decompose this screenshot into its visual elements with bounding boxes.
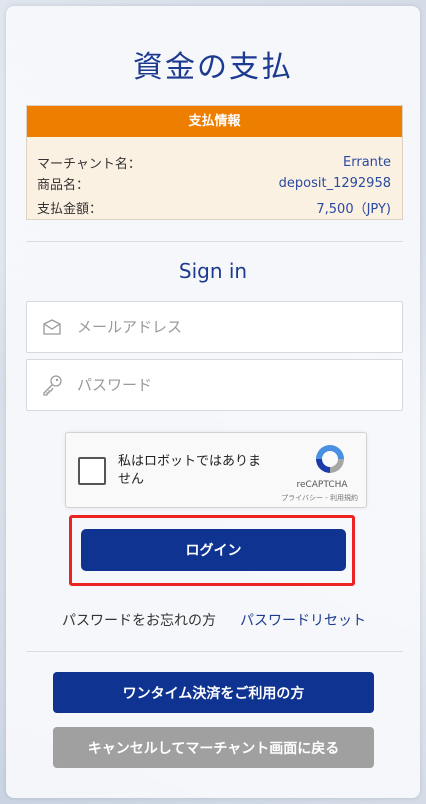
amount-value: 7,500（JPY) (316, 201, 391, 217)
onetime-payment-button[interactable]: ワンタイム決済をご利用の方 (53, 672, 374, 713)
payment-card: 資金の支払 支払情報 マーチャント名： Errante 商品名： deposit… (6, 6, 420, 798)
password-input[interactable] (77, 360, 402, 410)
recaptcha-icon (316, 445, 344, 473)
recaptcha-label: 私はロボットではありません (118, 454, 262, 487)
amount-row: 支払金額： 7,500（JPY) (37, 197, 391, 217)
recaptcha-terms[interactable]: プライバシー - 利用規約 (258, 493, 358, 503)
key-icon (27, 374, 77, 396)
email-field[interactable] (26, 301, 403, 353)
forgot-password-text: パスワードをお忘れの方 (62, 613, 216, 629)
merchant-row: マーチャント名： Errante (37, 152, 391, 172)
divider (26, 651, 403, 652)
payment-info-box: 支払情報 マーチャント名： Errante 商品名： deposit_12929… (26, 105, 403, 220)
payment-info-header: 支払情報 (27, 106, 402, 137)
signin-title: Sign in (178, 259, 248, 283)
recaptcha-checkbox[interactable] (78, 457, 106, 485)
email-input[interactable] (77, 302, 402, 352)
product-row: 商品名： deposit_1292958 (37, 173, 391, 193)
recaptcha-widget: 私はロボットではありません reCAPTCHA プライバシー - 利用規約 (65, 432, 367, 508)
login-button[interactable]: ログイン (81, 529, 346, 571)
divider (26, 241, 403, 242)
cancel-return-button[interactable]: キャンセルしてマーチャント画面に戻る (53, 727, 374, 768)
page-title: 資金の支払 (133, 50, 293, 85)
amount-label: 支払金額： (37, 201, 103, 217)
product-value: deposit_1292958 (278, 175, 391, 191)
recaptcha-brand: reCAPTCHA (296, 480, 348, 490)
merchant-label: マーチャント名： (37, 156, 141, 172)
merchant-value: Errante (343, 154, 391, 170)
password-reset-link[interactable]: パスワードリセット (240, 610, 366, 630)
product-label: 商品名： (37, 177, 90, 193)
password-field[interactable] (26, 359, 403, 411)
envelope-icon (27, 319, 77, 335)
